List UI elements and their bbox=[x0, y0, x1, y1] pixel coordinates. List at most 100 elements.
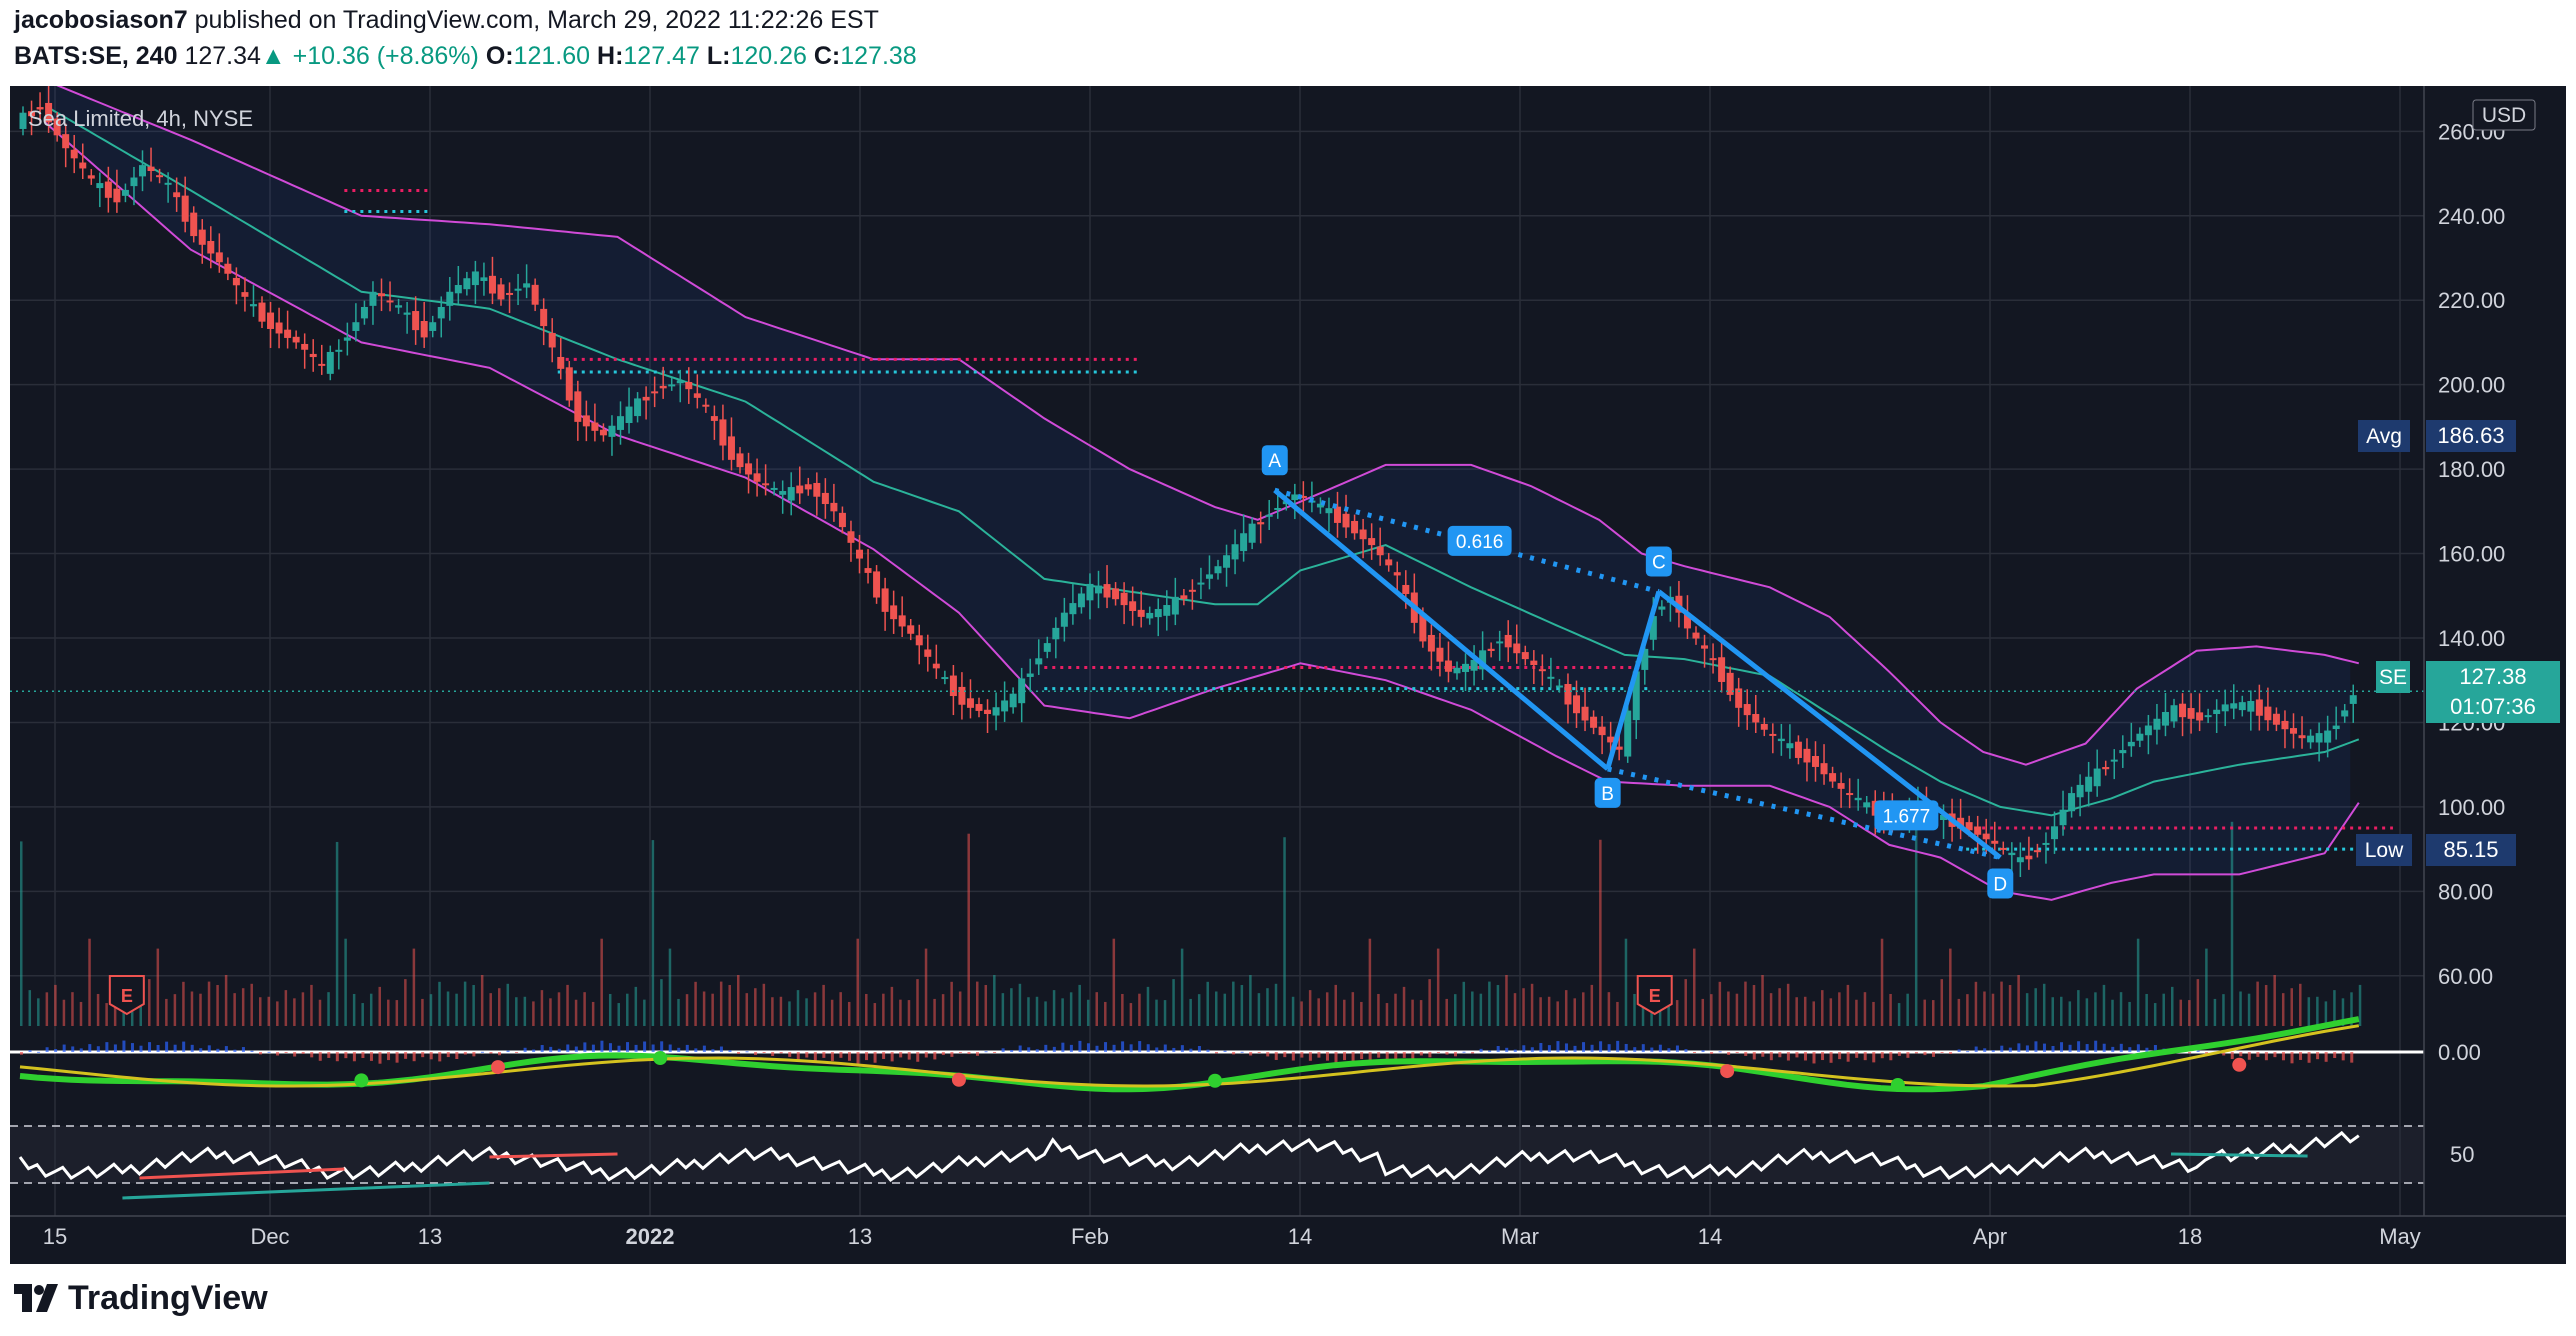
volume-bar bbox=[1573, 998, 1576, 1026]
candle bbox=[1052, 627, 1060, 640]
osc1-hist-bar bbox=[1343, 1052, 1347, 1061]
osc1-hist-bar bbox=[1010, 1050, 1014, 1052]
volume-bar bbox=[2358, 984, 2362, 1026]
candle bbox=[1257, 522, 1265, 525]
time-tick-label: Feb bbox=[1071, 1224, 1109, 1249]
tradingview-logo-icon bbox=[14, 1284, 58, 1312]
volume-bar bbox=[941, 994, 945, 1026]
osc1-hist-bar bbox=[2085, 1044, 2089, 1052]
osc2-tick-label: 50 bbox=[2450, 1142, 2474, 1167]
publish-info: jacobosiason7 published on TradingView.c… bbox=[14, 6, 879, 35]
candle bbox=[1009, 693, 1017, 708]
time-tick-label: 15 bbox=[43, 1224, 67, 1249]
candle bbox=[2349, 695, 2357, 704]
osc1-hist-bar bbox=[608, 1043, 612, 1052]
volume-bar bbox=[1249, 975, 1252, 1026]
osc1-hist-bar bbox=[267, 1051, 271, 1053]
osc1-hist-bar bbox=[1240, 1051, 1244, 1053]
volume-bar bbox=[1454, 994, 1457, 1026]
volume-bar bbox=[1146, 986, 1150, 1026]
candle bbox=[924, 649, 932, 657]
candle bbox=[582, 415, 590, 427]
legend-title[interactable]: Sea Limited, 4h, NYSE bbox=[28, 106, 253, 131]
osc1-hist-bar bbox=[2060, 1042, 2064, 1052]
osc1-tick-label: 0.00 bbox=[2438, 1040, 2481, 1065]
candle bbox=[1573, 695, 1580, 714]
osc1-hist-bar bbox=[344, 1052, 348, 1059]
volume-bar bbox=[822, 984, 825, 1026]
osc1-hist-bar bbox=[993, 1052, 997, 1053]
candle bbox=[446, 291, 454, 306]
chart-pane[interactable]: A B C D 0.616 1.677 260.00 240.00 220.00 200.00 1… bbox=[10, 79, 2566, 1264]
volume-bar bbox=[1496, 985, 1500, 1026]
price-tick-label: 60.00 bbox=[2438, 964, 2493, 989]
candle bbox=[2238, 702, 2246, 711]
osc1-hist-bar bbox=[1855, 1052, 1859, 1058]
volume-bar bbox=[2281, 993, 2285, 1026]
volume-bar bbox=[847, 1001, 851, 1026]
osc1-hist-bar bbox=[2333, 1052, 2337, 1058]
osc1-hist-bar bbox=[1419, 1052, 1423, 1056]
symbol-tag: SE bbox=[2379, 666, 2407, 689]
candle bbox=[1837, 783, 1845, 789]
author-name[interactable]: jacobosiason7 bbox=[14, 6, 188, 34]
osc1-hist-bar bbox=[771, 1052, 775, 1057]
osc1-hist-bar bbox=[856, 1052, 860, 1064]
candle bbox=[2247, 700, 2255, 712]
volume-bar bbox=[1530, 983, 1534, 1026]
volume-bar bbox=[446, 991, 450, 1026]
candle bbox=[1026, 673, 1034, 677]
volume-bar bbox=[2068, 1001, 2072, 1026]
candle bbox=[318, 363, 326, 366]
volume-bar bbox=[1360, 1001, 1363, 1026]
volume-bar bbox=[1633, 993, 1636, 1026]
pattern-point-b: B bbox=[1594, 777, 1621, 808]
volume-bar bbox=[523, 996, 527, 1026]
candle bbox=[1709, 658, 1717, 661]
osc1-hist-bar bbox=[2119, 1043, 2123, 1052]
volume-bar bbox=[907, 1000, 911, 1026]
volume-bar bbox=[830, 999, 834, 1026]
osc1-hist-bar bbox=[916, 1052, 920, 1062]
candle bbox=[1547, 676, 1555, 679]
volume-bar bbox=[1889, 993, 1892, 1026]
volume-bar bbox=[173, 994, 177, 1026]
price-tick-label: 200.00 bbox=[2438, 373, 2505, 398]
volume-bar bbox=[1872, 1001, 1875, 1026]
volume-bar bbox=[182, 981, 185, 1026]
candle bbox=[2332, 725, 2340, 730]
volume-bar bbox=[2042, 983, 2046, 1026]
volume-bar bbox=[617, 1003, 620, 1026]
candle bbox=[249, 304, 257, 307]
avg-label: Avg bbox=[2366, 425, 2402, 448]
osc1-hist-bar bbox=[1223, 1050, 1227, 1052]
osc1-hist-bar bbox=[1727, 1052, 1731, 1055]
osc1-hist-bar bbox=[788, 1052, 792, 1057]
volume-bar bbox=[1232, 981, 1235, 1026]
candle bbox=[932, 663, 940, 669]
candle bbox=[1658, 606, 1666, 610]
volume-bar bbox=[1155, 999, 1158, 1026]
candle bbox=[96, 183, 104, 189]
volume-bar bbox=[984, 985, 988, 1026]
candle bbox=[156, 175, 164, 178]
candle bbox=[625, 406, 633, 424]
tradingview-brand[interactable]: TradingView bbox=[14, 1278, 268, 1318]
volume-bar bbox=[668, 948, 672, 1026]
volume-bar bbox=[1761, 975, 1764, 1026]
volume-bar bbox=[1257, 993, 1261, 1026]
volume-bar bbox=[1718, 981, 1722, 1026]
chart-svg[interactable]: ABCD0.6161.677 260.00240.00220.00200.001… bbox=[10, 79, 2566, 1264]
volume-bar bbox=[651, 840, 655, 1026]
volume-bar bbox=[2051, 997, 2054, 1026]
candle bbox=[907, 625, 915, 634]
osc1-hist-bar bbox=[387, 1052, 391, 1061]
osc1-hist-bar bbox=[301, 1052, 305, 1054]
osc1-hist-bar bbox=[830, 1052, 834, 1062]
candle bbox=[70, 149, 78, 159]
osc1-hist-bar bbox=[2068, 1044, 2072, 1052]
osc1-hist-bar bbox=[421, 1052, 425, 1058]
volume-bar bbox=[2077, 990, 2080, 1026]
volume-bar bbox=[890, 986, 894, 1026]
candle bbox=[1624, 710, 1632, 757]
